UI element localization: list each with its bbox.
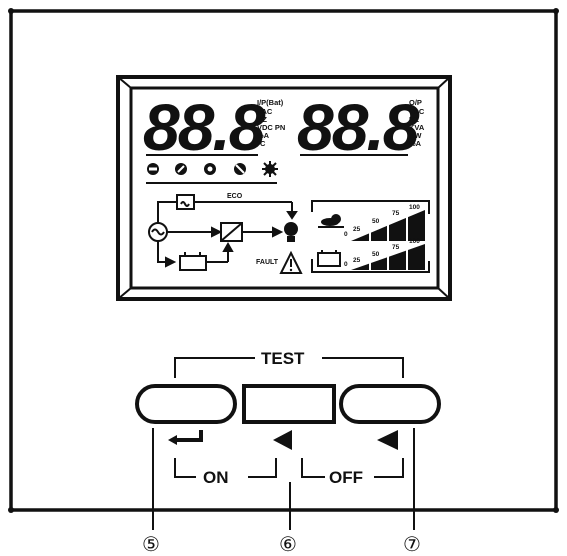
gear-icon: [262, 161, 278, 177]
output-bulb-icon: [284, 222, 298, 242]
right-arrow-icon: [377, 430, 398, 450]
enter-button[interactable]: [135, 384, 237, 424]
load-tick-50: 50: [372, 218, 380, 225]
lcd-display: 88.8 I/P(Bat) VAC HZ VDC PN %A °C 88.8 O…: [116, 75, 452, 301]
callout-6: ⑥: [279, 532, 297, 556]
unit-op: O/P: [409, 98, 422, 107]
battery-level-graph: 0 25 50 75 100: [311, 238, 430, 273]
load-tick-100: 100: [409, 204, 420, 211]
fault-label: FAULT: [256, 259, 279, 266]
load-icon: [318, 214, 344, 228]
battery-tick-75: 75: [392, 244, 400, 251]
output-unit-labels: O/P VAC HZ KVA KW %A: [409, 98, 425, 148]
load-level-graph: 0 25 50 75 100: [311, 200, 430, 242]
battery-tick-0: 0: [344, 261, 348, 268]
load-tick-75: 75: [392, 210, 400, 217]
unit-ip-bat: I/P(Bat): [257, 98, 284, 107]
fault-warning-icon: [279, 250, 303, 274]
battery-tick-50: 50: [372, 251, 380, 258]
eco-label: ECO: [227, 193, 243, 200]
callout-7: ⑦: [403, 532, 421, 556]
output-reading: 88.8: [297, 90, 420, 164]
load-tick-0: 0: [344, 231, 348, 238]
test-label: TEST: [261, 349, 305, 368]
ups-panel-diagram: 88.8 I/P(Bat) VAC HZ VDC PN %A °C 88.8 O…: [8, 8, 559, 556]
off-label: OFF: [329, 468, 363, 487]
input-unit-labels: I/P(Bat) VAC HZ VDC PN %A °C: [257, 98, 285, 148]
battery-tick-25: 25: [353, 257, 361, 264]
scroll-left-button[interactable]: [242, 384, 336, 424]
on-label: ON: [203, 468, 229, 487]
unit-celsius: °C: [257, 139, 266, 148]
load-tick-25: 25: [353, 226, 361, 233]
scroll-right-button[interactable]: [339, 384, 441, 424]
left-arrow-icon: [273, 430, 292, 450]
enter-icon: [168, 430, 203, 445]
battery-gauge-icon: [317, 250, 341, 267]
battery-icon: [179, 255, 207, 271]
battery-tick-100: 100: [409, 238, 420, 245]
unit-percent-a-out: %A: [409, 139, 422, 148]
callout-5: ⑤: [142, 532, 160, 556]
input-reading: 88.8: [143, 90, 266, 164]
